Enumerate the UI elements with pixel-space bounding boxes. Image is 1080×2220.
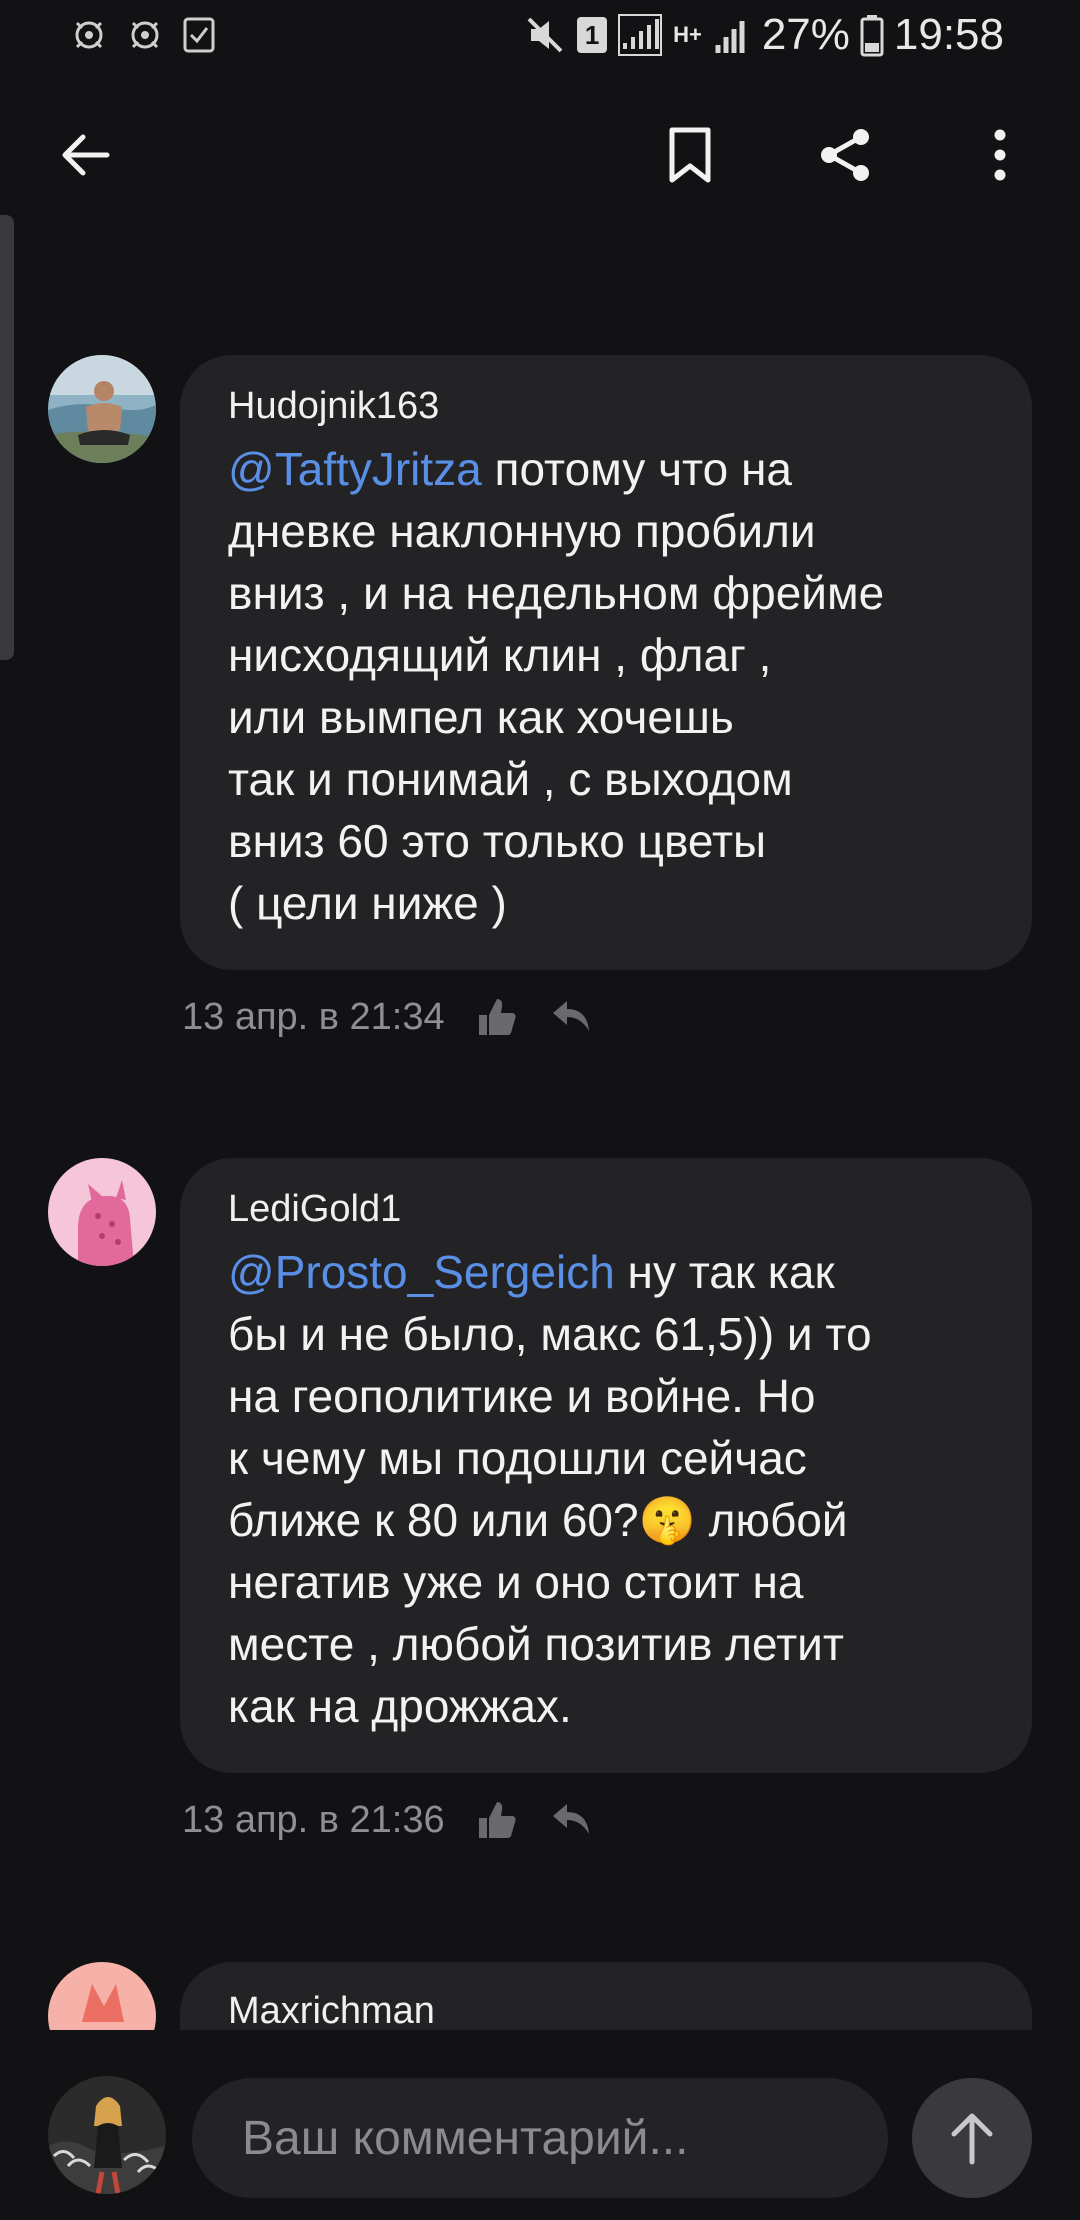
scroll-indicator[interactable] — [0, 215, 14, 660]
comment-line: любой — [695, 1494, 848, 1546]
emoji-shushing: 🤫 — [638, 1494, 696, 1546]
comment-line: нисходящий клин , флаг , — [228, 629, 772, 681]
battery-percent: 27% — [761, 10, 850, 59]
system-status: 1 H+ 27% 19:58 — [523, 10, 1004, 60]
avatar-illustration — [48, 1962, 156, 2030]
share-icon — [821, 129, 869, 181]
comment-input-placeholder: Ваш комментарий... — [242, 2111, 689, 2165]
battery-icon — [860, 15, 884, 57]
comment-composer: Ваш комментарий... — [0, 2030, 1080, 2220]
comment-line: вниз , и на недельном фрейме — [228, 567, 885, 619]
back-button[interactable] — [40, 110, 130, 200]
comment-bubble: LediGold1 @Prosto_Sergeich ну так как бы… — [180, 1158, 1032, 1773]
bookmark-icon — [669, 127, 711, 183]
comment-line: вниз 60 это только цветы — [228, 815, 767, 867]
current-user-avatar[interactable] — [48, 2076, 166, 2194]
comment-line: к чему мы подошли сейчас — [228, 1432, 807, 1484]
comment-meta: 13 апр. в 21:36 — [182, 1798, 595, 1842]
comment-timestamp: 13 апр. в 21:36 — [182, 1798, 445, 1841]
comment-line: или вымпел как хочешь — [228, 691, 734, 743]
status-bar: 1 H+ 27% 19:58 — [0, 0, 1080, 70]
comment-bubble: Hudojnik163 @TaftyJritza потому что на д… — [180, 355, 1032, 970]
more-vertical-icon — [994, 129, 1006, 181]
signal-icon — [618, 14, 663, 56]
bookmark-button[interactable] — [645, 110, 735, 200]
comment-meta: 13 апр. в 21:34 — [182, 995, 595, 1039]
mute-icon — [527, 17, 563, 53]
comment-line: ну так как — [614, 1246, 835, 1298]
comment-author[interactable]: LediGold1 — [228, 1188, 986, 1231]
top-bar — [0, 90, 1080, 220]
comment-author[interactable]: Maxrichman — [228, 1990, 986, 2030]
clock: 19:58 — [893, 10, 1004, 59]
more-options-button[interactable] — [955, 110, 1045, 200]
like-icon[interactable] — [475, 995, 519, 1039]
comment-line: как на дрожжах. — [228, 1680, 572, 1732]
reply-icon[interactable] — [549, 997, 595, 1037]
sim-badge: 1 — [577, 17, 608, 53]
notification-icons — [70, 16, 216, 54]
mention-link[interactable]: @Prosto_Sergeich — [228, 1246, 615, 1298]
avatar[interactable] — [48, 355, 156, 463]
comment-line: дневке наклонную пробили — [228, 505, 816, 557]
screen: 1 H+ 27% 19:58 Hudojnik163 @TaftyJritza … — [0, 0, 1080, 2220]
mention-link[interactable]: @TaftyJritza — [228, 443, 482, 495]
avatar-photo — [48, 355, 156, 463]
comment-line: так и понимай , с выходом — [228, 753, 793, 805]
arrow-left-icon — [62, 134, 110, 176]
signal-bars-icon — [715, 21, 745, 53]
comment: Maxrichman — [0, 1962, 1080, 2030]
comment-line: потому что на — [481, 443, 792, 495]
like-icon[interactable] — [475, 1798, 519, 1842]
comment-input[interactable]: Ваш комментарий... — [192, 2078, 888, 2198]
arrow-up-icon — [951, 2113, 993, 2165]
comment-text: @Prosto_Sergeich ну так как бы и не было… — [228, 1241, 986, 1737]
comment-line: месте , любой позитив летит — [228, 1618, 844, 1670]
avatar-photo — [48, 2076, 166, 2194]
comment-line: ближе к 80 или 60? — [228, 1494, 639, 1546]
reply-icon[interactable] — [549, 1800, 595, 1840]
comment-line: на геополитике и войне. Но — [228, 1370, 816, 1422]
comment-line: ( цели ниже ) — [228, 877, 507, 929]
app-notification-icon — [131, 21, 159, 49]
share-button[interactable] — [800, 110, 890, 200]
comment-line: негатив уже и оно стоит на — [228, 1556, 804, 1608]
comment-text: @TaftyJritza потому что на дневке наклон… — [228, 438, 986, 934]
comment-timestamp: 13 апр. в 21:34 — [182, 995, 445, 1038]
comment-bubble: Maxrichman — [180, 1962, 1032, 2030]
comment-author[interactable]: Hudojnik163 — [228, 385, 986, 428]
app-notification-icon — [75, 21, 103, 49]
checklist-icon — [183, 17, 215, 53]
avatar[interactable] — [48, 1962, 156, 2030]
avatar[interactable] — [48, 1158, 156, 1266]
comment-line: бы и не было, макс 61,5)) и то — [228, 1308, 872, 1360]
network-type: H+ — [673, 22, 702, 47]
send-button[interactable] — [912, 2078, 1032, 2198]
avatar-illustration — [48, 1158, 156, 1266]
